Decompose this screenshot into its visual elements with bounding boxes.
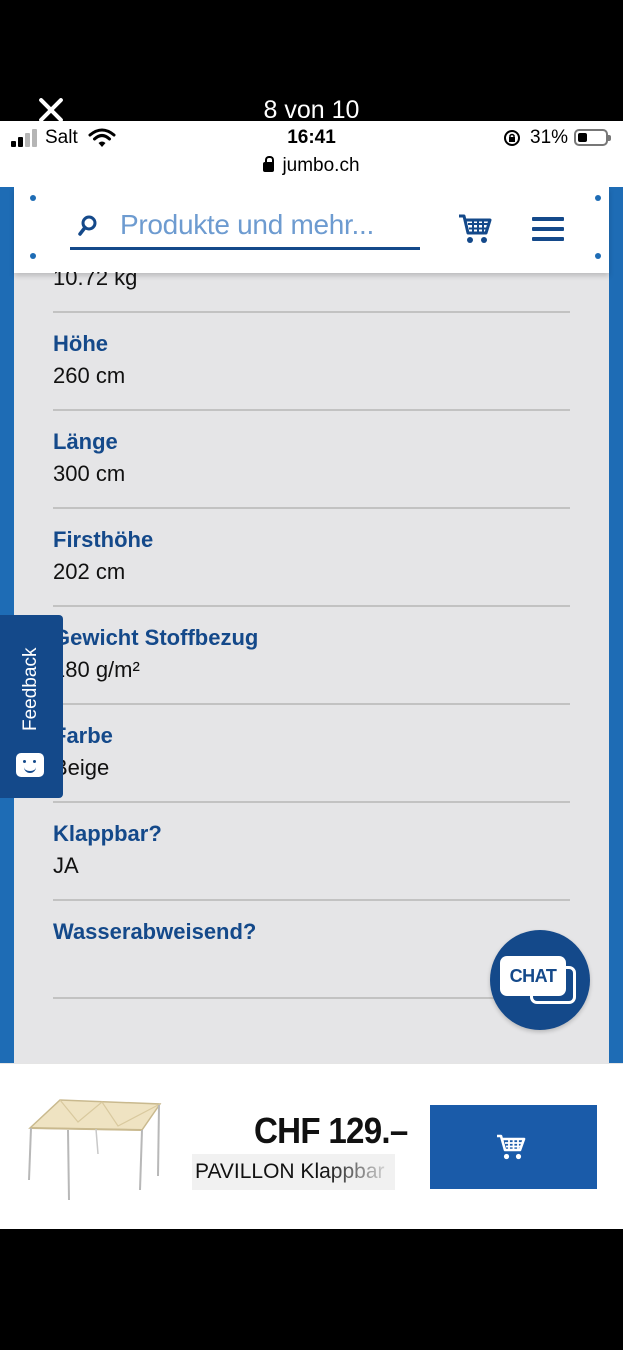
search-placeholder: Produkte und mehr... [120, 209, 374, 240]
product-price: CHF 129.– [254, 1110, 408, 1151]
menu-icon[interactable] [532, 217, 564, 241]
spec-value: 260 cm [53, 363, 126, 388]
chat-label: CHAT [500, 956, 566, 996]
header-dot [30, 195, 36, 201]
spec-label: Länge [53, 429, 118, 454]
spec-row: Gewicht Stoffbezug 180 g/m² [53, 607, 570, 705]
spec-row: Firsthöhe 202 cm [53, 509, 570, 607]
spec-label: Gewicht Stoffbezug [53, 625, 259, 650]
specs-list: Breite300 cmGewicht10.72 kgHöhe260 cmLän… [53, 272, 570, 1041]
spec-label: Klappbar? [53, 821, 162, 846]
product-sticky-bar: CHF 129.– PAVILLON Klappbar [0, 1063, 623, 1229]
add-to-cart-button[interactable] [430, 1105, 597, 1189]
image-counter: 8 von 10 [263, 96, 360, 124]
status-bar: Salt 16:41 jumbo.ch 31% [0, 121, 623, 187]
product-image[interactable] [20, 1092, 165, 1202]
spec-value: JA [53, 853, 79, 878]
rotation-lock-icon [504, 130, 520, 146]
cart-icon[interactable] [458, 213, 492, 245]
spec-label: Wasserabweisend? [53, 919, 257, 944]
spec-value: 180 g/m² [53, 657, 140, 682]
header-dot [30, 253, 36, 259]
battery-percentage: 31% [530, 127, 569, 148]
header-dot [595, 253, 601, 259]
site-header: Produkte und mehr... [14, 187, 609, 273]
spec-row: Klappbar? JA [53, 803, 570, 901]
spec-label: Höhe [53, 331, 108, 356]
chat-button[interactable]: CHAT [490, 930, 590, 1030]
image-viewer-bottom-bar [0, 1229, 623, 1350]
spec-row: Farbe Beige [53, 705, 570, 803]
product-name-box: PAVILLON Klappbar [192, 1154, 395, 1190]
battery-icon [574, 129, 611, 146]
search-icon [78, 215, 97, 236]
url-bar[interactable]: jumbo.ch [0, 155, 623, 177]
lock-icon [263, 156, 275, 172]
feedback-tab[interactable]: Feedback [0, 615, 63, 798]
image-viewer-top-bar: 8 von 10 [0, 0, 623, 124]
spec-row: Höhe 260 cm [53, 313, 570, 411]
cart-icon [497, 1134, 526, 1160]
spec-row: Länge 300 cm [53, 411, 570, 509]
search-input[interactable]: Produkte und mehr... [70, 205, 420, 250]
header-dot [595, 195, 601, 201]
spec-value: 202 cm [53, 559, 126, 584]
spec-label: Firsthöhe [53, 527, 154, 552]
feedback-label: Feedback [20, 647, 41, 731]
url-text: jumbo.ch [282, 155, 360, 176]
text-fade [325, 1154, 395, 1190]
page-border-right [609, 187, 623, 1063]
spec-value: 300 cm [53, 461, 126, 486]
smiley-icon [16, 753, 44, 777]
